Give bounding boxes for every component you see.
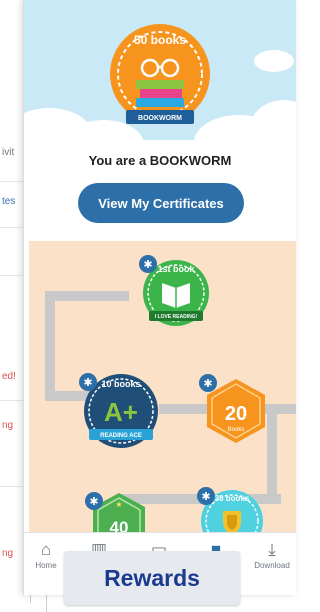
badge-center-text: 20 <box>225 403 247 425</box>
map-path <box>45 291 129 301</box>
background-fragment[interactable]: tes <box>2 196 15 207</box>
background-fragment: ng <box>2 548 14 559</box>
background-fragment: ed! <box>2 371 16 382</box>
badge-ribbon-text: Books <box>228 427 245 433</box>
background-divider <box>46 593 47 612</box>
cloud <box>254 50 294 72</box>
badge-title: 1st book <box>157 264 195 274</box>
bookworm-badge: 50 books BOOKWORM <box>110 24 210 124</box>
badge-ribbon-text: BOOKWORM <box>138 115 182 122</box>
puzzle-icon: ✱ <box>139 255 157 273</box>
puzzle-icon: ✱ <box>79 373 97 391</box>
rewards-caption: Rewards <box>64 551 240 605</box>
badge-ribbon-text: I LOVE READING! <box>155 314 198 320</box>
rewards-screen: 50 books BOOKWORM You are a BOOKWORM Vie… <box>23 0 296 595</box>
nav-label: Home <box>35 561 57 570</box>
badge-title: 30 books <box>215 494 250 503</box>
puzzle-icon: ✱ <box>197 487 215 505</box>
svg-text:★: ★ <box>115 500 122 509</box>
badge-center-text: A+ <box>104 397 138 427</box>
home-icon: ⌂ <box>40 540 52 559</box>
background-fragment: ng <box>2 420 14 431</box>
map-path <box>45 291 55 401</box>
background-fragment: ivit <box>2 147 15 158</box>
puzzle-icon: ✱ <box>199 374 217 392</box>
badge-ribbon-text: READING ACE <box>100 433 142 439</box>
download-icon: ⤓ <box>268 540 276 559</box>
map-path <box>267 404 277 494</box>
badge-title: 10 books <box>101 379 140 389</box>
nav-item-home[interactable]: ⌂ Home <box>26 540 66 571</box>
puzzle-icon: ✱ <box>85 492 103 510</box>
nav-label: Download <box>254 561 290 570</box>
badge-count-label: 50 books <box>134 33 186 47</box>
status-text: You are a BOOKWORM <box>88 153 232 168</box>
view-certificates-button[interactable]: View My Certificates <box>78 183 244 223</box>
rewards-map: 1st book I LOVE READING! ✱ 10 books A+ R… <box>29 241 296 541</box>
nav-item-download[interactable]: ⤓ Download <box>252 540 292 571</box>
